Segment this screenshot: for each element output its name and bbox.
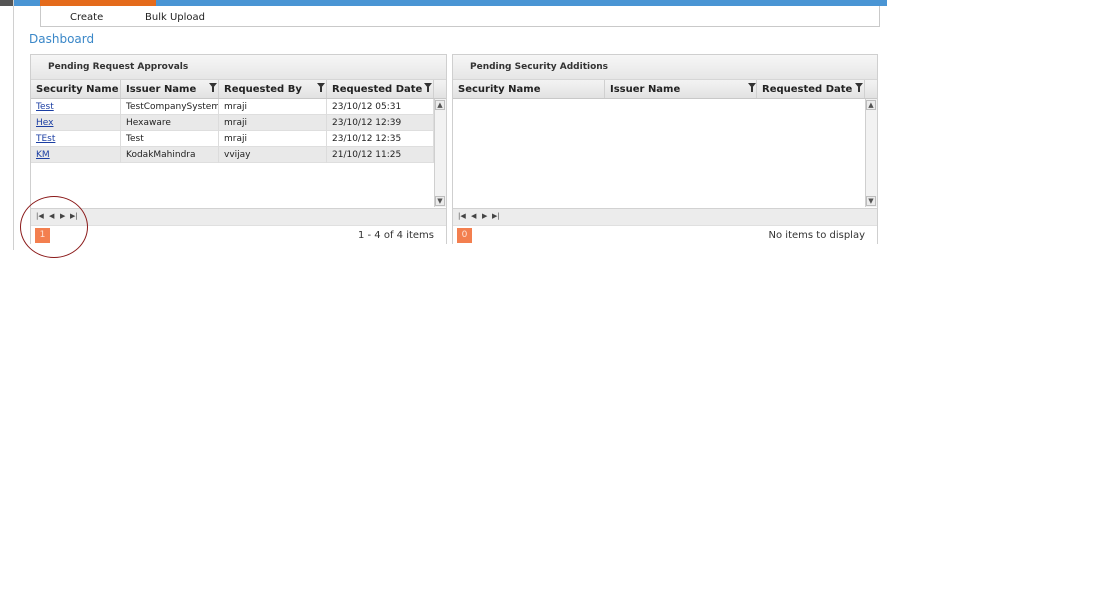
issuer-cell: Test: [121, 131, 219, 147]
table-row[interactable]: KM KodakMahindra vvijay 21/10/12 11:25: [31, 147, 434, 163]
last-page-icon[interactable]: ▶|: [492, 212, 500, 220]
column-label: Security Name: [36, 84, 119, 95]
annotation-circle: [20, 196, 88, 258]
column-header-requested-by[interactable]: Requested By: [219, 80, 327, 98]
column-header-requested-date[interactable]: Requested Date: [327, 80, 434, 98]
scroll-down-icon[interactable]: ▼: [435, 196, 445, 206]
requested-by-cell: mraji: [219, 99, 327, 115]
items-count: 1 - 4 of 4 items: [357, 230, 434, 241]
requested-date-cell: 23/10/12 05:31: [327, 99, 434, 115]
pager-footer: 1 1 - 4 of 4 items: [31, 225, 446, 244]
column-header-requested-date[interactable]: Requested Date: [757, 80, 865, 98]
sub-nav: Create Bulk Upload: [40, 6, 880, 27]
grid-header: Security Name Issuer Name Requested By R…: [31, 80, 446, 99]
page-title: Dashboard: [29, 32, 95, 46]
security-link[interactable]: TEst: [36, 134, 55, 144]
requested-by-cell: vvijay: [219, 147, 327, 163]
panel-title: Pending Security Additions: [453, 55, 877, 80]
pager-bar: |◀ ◀ ▶ ▶|: [31, 208, 446, 225]
requested-date-cell: 21/10/12 11:25: [327, 147, 434, 163]
left-rail-divider: [13, 0, 14, 250]
pager-footer: 0 No items to display: [453, 225, 877, 244]
filter-icon[interactable]: [424, 83, 432, 92]
column-label: Requested Date: [332, 84, 423, 95]
grid-body-empty: ▲ ▼: [453, 99, 877, 207]
requested-by-cell: mraji: [219, 115, 327, 131]
scroll-down-icon[interactable]: ▼: [866, 196, 876, 206]
scroll-up-icon[interactable]: ▲: [866, 100, 876, 110]
issuer-cell: TestCompanySystem: [121, 99, 219, 115]
column-label: Issuer Name: [126, 84, 197, 95]
table-row[interactable]: Test TestCompanySystem mraji 23/10/12 05…: [31, 99, 434, 115]
scroll-up-icon[interactable]: ▲: [435, 100, 445, 110]
prev-page-icon[interactable]: ◀: [471, 212, 476, 220]
requested-by-cell: mraji: [219, 131, 327, 147]
first-page-icon[interactable]: |◀: [458, 212, 466, 220]
column-label: Security Name: [458, 84, 541, 95]
filter-icon[interactable]: [748, 83, 756, 92]
table-row[interactable]: TEst Test mraji 23/10/12 12:35: [31, 131, 434, 147]
filter-icon[interactable]: [317, 83, 325, 92]
issuer-cell: Hexaware: [121, 115, 219, 131]
pager-bar: |◀ ◀ ▶ ▶|: [453, 208, 877, 225]
bulk-upload-link[interactable]: Bulk Upload: [145, 12, 205, 23]
top-nav-left-block: [0, 0, 13, 6]
table-row[interactable]: Hex Hexaware mraji 23/10/12 12:39: [31, 115, 434, 131]
grid-header: Security Name Issuer Name Requested Date: [453, 80, 877, 99]
requested-date-cell: 23/10/12 12:39: [327, 115, 434, 131]
column-label: Requested By: [224, 84, 302, 95]
pending-security-additions-panel: Pending Security Additions Security Name…: [452, 54, 878, 244]
column-label: Requested Date: [762, 84, 853, 95]
requested-date-cell: 23/10/12 12:35: [327, 131, 434, 147]
create-link[interactable]: Create: [70, 12, 103, 23]
security-link[interactable]: Hex: [36, 118, 53, 128]
items-count: No items to display: [768, 230, 865, 241]
page-number-button[interactable]: 0: [457, 228, 472, 243]
column-header-issuer-name[interactable]: Issuer Name: [605, 80, 757, 98]
vertical-scrollbar[interactable]: ▲ ▼: [865, 99, 877, 207]
panel-title: Pending Request Approvals: [31, 55, 446, 80]
next-page-icon[interactable]: ▶: [482, 212, 487, 220]
issuer-cell: KodakMahindra: [121, 147, 219, 163]
security-link[interactable]: KM: [36, 150, 50, 160]
filter-icon[interactable]: [209, 83, 217, 92]
security-link[interactable]: Test: [36, 102, 54, 112]
column-header-security-name[interactable]: Security Name: [453, 80, 605, 98]
vertical-scrollbar[interactable]: ▲ ▼: [434, 99, 446, 207]
column-header-issuer-name[interactable]: Issuer Name: [121, 80, 219, 98]
grid-body: Test TestCompanySystem mraji 23/10/12 05…: [31, 99, 446, 207]
column-header-security-name[interactable]: Security Name: [31, 80, 121, 98]
filter-icon[interactable]: [855, 83, 863, 92]
column-label: Issuer Name: [610, 84, 681, 95]
pending-request-approvals-panel: Pending Request Approvals Security Name …: [30, 54, 447, 244]
